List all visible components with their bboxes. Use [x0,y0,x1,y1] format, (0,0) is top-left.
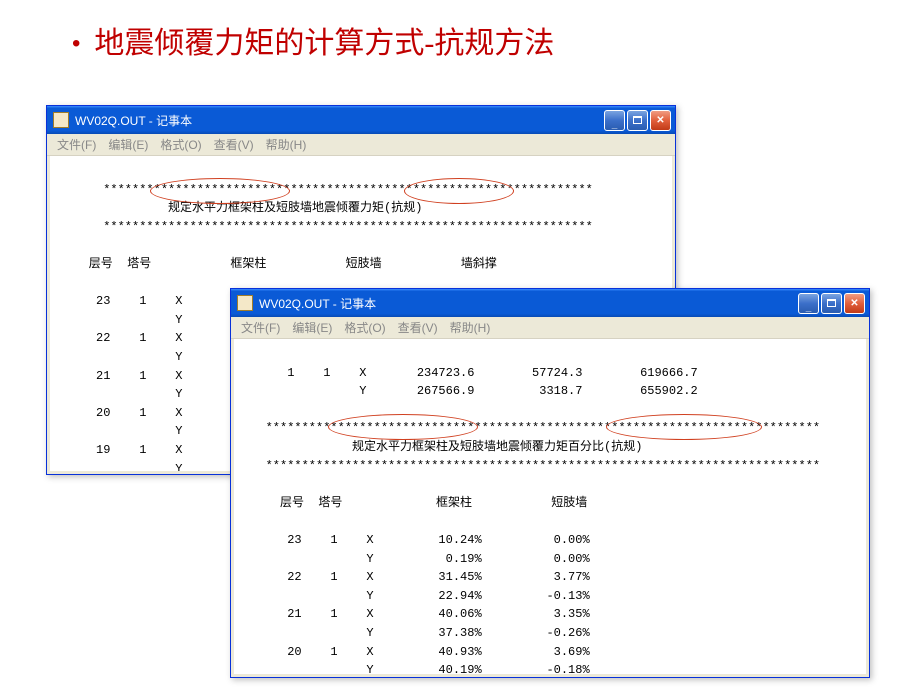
data-row: Y [60,387,182,401]
menu-format[interactable]: 格式(O) [338,319,391,336]
data-row: 19 1 X [60,443,182,457]
app-icon [53,112,69,128]
menu-help[interactable]: 帮助(H) [260,136,313,153]
titlebar-1[interactable]: WV02Q.OUT - 记事本 _ ✕ [47,106,675,134]
menu-view[interactable]: 查看(V) [208,136,260,153]
data-row: Y 0.19% 0.00% [244,552,590,566]
menu-help[interactable]: 帮助(H) [444,319,497,336]
data-row: Y 40.19% -0.18% [244,663,590,674]
menu-view[interactable]: 查看(V) [392,319,444,336]
heading-row: 规定水平力框架柱及短肢墙地震倾覆力矩(抗规) [60,201,422,215]
close-button[interactable]: ✕ [844,293,865,314]
data-row: Y 267566.9 3318.7 655902.2 [244,384,698,398]
window-buttons-1: _ ✕ [604,110,671,131]
data-row: Y [60,424,182,438]
data-row: Y [60,350,182,364]
menu-file[interactable]: 文件(F) [51,136,102,153]
data-row: Y 37.38% -0.26% [244,626,590,640]
text-row: ****************************************… [60,220,593,234]
data-row: 1 1 X 234723.6 57724.3 619666.7 [244,366,698,380]
maximize-button[interactable] [627,110,648,131]
app-icon [237,295,253,311]
minimize-button[interactable]: _ [798,293,819,314]
columns-row: 层号 塔号 框架柱 短肢墙 [244,496,587,510]
menubar-2: 文件(F) 编辑(E) 格式(O) 查看(V) 帮助(H) [231,317,869,339]
data-row: 22 1 X [60,331,182,345]
menu-edit[interactable]: 编辑(E) [102,136,154,153]
notepad-window-2: WV02Q.OUT - 记事本 _ ✕ 文件(F) 编辑(E) 格式(O) 查看… [230,288,870,678]
titlebar-2[interactable]: WV02Q.OUT - 记事本 _ ✕ [231,289,869,317]
heading-row: 规定水平力框架柱及短肢墙地震倾覆力矩百分比(抗规) [244,440,642,454]
menu-format[interactable]: 格式(O) [154,136,207,153]
bullet: • [72,32,80,56]
window-title-2: WV02Q.OUT - 记事本 [259,295,798,312]
window-title-1: WV02Q.OUT - 记事本 [75,112,604,129]
data-row: 21 1 X 40.06% 3.35% [244,607,590,621]
slide-title: 地震倾覆力矩的计算方式-抗规方法 [94,18,554,62]
window-buttons-2: _ ✕ [798,293,865,314]
text-row: ****************************************… [244,421,820,435]
data-row: 21 1 X [60,369,182,383]
data-row: Y 22.94% -0.13% [244,589,590,603]
menubar-1: 文件(F) 编辑(E) 格式(O) 查看(V) 帮助(H) [47,134,675,156]
minimize-button[interactable]: _ [604,110,625,131]
data-row: 23 1 X 10.24% 0.00% [244,533,590,547]
columns-row: 层号 塔号 框架柱 短肢墙 墙斜撑 [60,257,497,271]
slide-title-line: • 地震倾覆力矩的计算方式-抗规方法 [0,0,920,62]
data-row: Y [60,462,182,472]
menu-edit[interactable]: 编辑(E) [286,319,338,336]
data-row: 20 1 X [60,406,182,420]
data-row: 20 1 X 40.93% 3.69% [244,645,590,659]
maximize-button[interactable] [821,293,842,314]
menu-file[interactable]: 文件(F) [235,319,286,336]
close-button[interactable]: ✕ [650,110,671,131]
data-row: Y [60,313,182,327]
text-row: ****************************************… [244,459,820,473]
content-2[interactable]: 1 1 X 234723.6 57724.3 619666.7 Y 267566… [234,339,866,674]
data-row: 22 1 X 31.45% 3.77% [244,570,590,584]
text-row: ****************************************… [60,183,593,197]
